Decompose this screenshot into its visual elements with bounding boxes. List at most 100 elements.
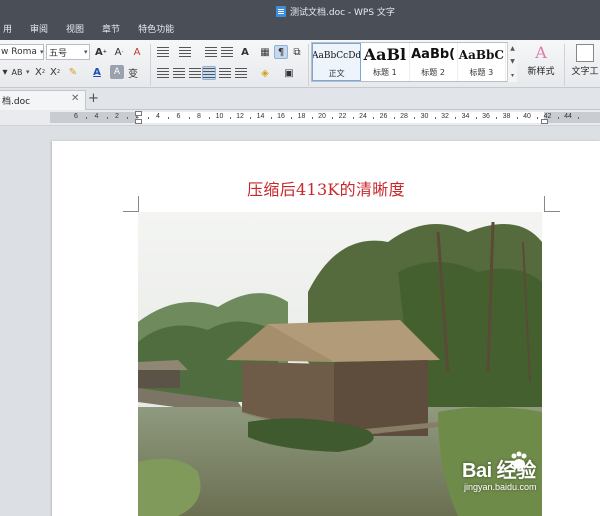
align-right-icon[interactable]	[188, 66, 202, 80]
close-icon[interactable]: ✕	[71, 93, 79, 104]
style-normal[interactable]: AaBbCcDd 正文	[312, 43, 362, 81]
ruler-tick-label: 8	[197, 113, 201, 120]
numbering-icon[interactable]	[178, 45, 192, 59]
ruler-tick-label: 36	[482, 113, 490, 120]
ruler-tick-label: 44	[564, 113, 572, 120]
new-style-icon: A	[535, 43, 547, 62]
ruler-minor-tick	[188, 117, 190, 119]
chevron-down-icon[interactable]: ▾	[40, 48, 44, 56]
margin-corner-top-left	[123, 196, 139, 212]
ruler-tick-label: 40	[523, 113, 531, 120]
align-center-icon[interactable]	[172, 66, 186, 80]
menu-item-view[interactable]: 视图	[57, 22, 93, 38]
text-tools-label: 文字工	[571, 67, 599, 77]
ruler-minor-tick	[414, 117, 416, 119]
new-style-button[interactable]: A 新样式	[524, 42, 558, 77]
table-icon[interactable]: ▦	[258, 45, 272, 59]
ruler-tick-label: 4	[156, 113, 160, 120]
ruler-tick-label: 10	[215, 113, 224, 120]
document-icon	[276, 5, 286, 17]
grow-font-icon[interactable]: A +	[94, 45, 108, 59]
new-tab-icon[interactable]: +	[88, 91, 99, 106]
styles-scrollbar[interactable]: ▲ ▼ ▾	[507, 42, 517, 82]
chevron-down-icon[interactable]: ▾	[26, 68, 30, 76]
style-sample: AaBl	[363, 45, 407, 64]
grass-foreground	[138, 458, 201, 516]
ruler-tick-label: 34	[461, 113, 470, 120]
ribbon-divider	[308, 44, 309, 86]
style-heading-2[interactable]: AaBb( 标题 2	[410, 43, 458, 81]
menu-item-start[interactable]: 用	[0, 22, 21, 38]
font-size-value: 五号	[49, 48, 68, 59]
chevron-down-icon[interactable]: ▾	[84, 48, 88, 56]
decrease-indent-icon[interactable]	[204, 45, 218, 59]
bullets-icon[interactable]	[156, 45, 170, 59]
text-tools-button[interactable]: 文字工	[568, 42, 600, 77]
superscript-icon[interactable]: X2	[33, 65, 47, 79]
ruler-tick-label: 6	[74, 113, 78, 120]
horizontal-ruler[interactable]: 6 4 2 2 4 6 8 10 12 14 16 18 20 22 24 26 28 30 32 34 36 38 40 4…	[0, 110, 600, 126]
style-sample: AaBb(	[411, 47, 456, 62]
style-sample: AaBbCcDd	[312, 51, 362, 61]
char-shading-icon[interactable]: A	[110, 65, 124, 79]
text-direction-icon[interactable]: A	[238, 45, 252, 59]
ruler-minor-tick	[106, 117, 108, 119]
ruler-minor-tick	[209, 117, 211, 119]
left-indent-marker[interactable]	[135, 119, 142, 124]
style-label: 标题 2	[421, 68, 445, 77]
borders-icon[interactable]: ▣	[282, 66, 296, 80]
ruler-tick-label: 16	[277, 113, 285, 120]
menu-item-special[interactable]: 特色功能	[129, 22, 183, 38]
scroll-up-icon[interactable]: ▲	[510, 45, 515, 52]
small-pavilion	[138, 370, 180, 388]
menu-item-chapter[interactable]: 章节	[93, 22, 129, 38]
line-spacing-icon[interactable]	[234, 66, 248, 80]
first-line-indent-marker[interactable]	[135, 111, 142, 116]
ruler-tick-label: 26	[379, 113, 388, 120]
ruler-tick-label: 6	[176, 113, 181, 120]
more-icon[interactable]: ▾	[511, 72, 514, 79]
highlight-icon[interactable]: ✎	[66, 65, 80, 79]
clear-format-icon[interactable]: A	[130, 45, 144, 59]
strikethrough-icon[interactable]: AB	[8, 65, 26, 79]
document-tab-label: 档.doc	[2, 97, 31, 107]
shrink-font-icon[interactable]: A-	[112, 45, 126, 59]
ruler-tick-label: 2	[115, 113, 119, 120]
style-label: 正文	[328, 69, 345, 78]
menu-bar: 用 审阅 视图 章节 特色功能	[0, 22, 183, 38]
ruler-minor-tick	[291, 117, 293, 119]
font-name-select[interactable]: w Roma	[0, 44, 44, 60]
ruler-minor-tick	[270, 117, 272, 119]
title-bar: 测试文档.doc - WPS 文字 用 审阅 视图 章节 特色功能	[0, 0, 600, 40]
margin-corner-top-right	[544, 196, 560, 212]
right-indent-marker[interactable]	[541, 119, 548, 124]
ruler-tick-label: 22	[338, 113, 347, 120]
ruler-minor-tick	[496, 117, 498, 119]
subscript-icon[interactable]: X2	[48, 65, 62, 79]
watermark-url: jingyan.baidu.com	[464, 482, 537, 492]
show-hide-icon[interactable]: ⧉	[290, 45, 304, 59]
shading-icon[interactable]: ◈	[258, 66, 272, 80]
menu-item-review[interactable]: 审阅	[21, 22, 57, 38]
ruler-tick-label: 38	[502, 113, 511, 120]
document-tab-strip: 档.doc ✕ +	[0, 88, 600, 110]
style-heading-3[interactable]: AaBbC 标题 3	[458, 43, 506, 81]
window-title: 测试文档.doc - WPS 文字	[276, 4, 395, 18]
ruler-tick-label: 20	[318, 113, 326, 120]
ruler-minor-tick	[168, 117, 170, 119]
ruler-minor-tick	[127, 117, 129, 119]
font-color-icon[interactable]: A	[90, 65, 104, 79]
style-sample: AaBbC	[458, 48, 504, 62]
ribbon-divider	[150, 44, 151, 86]
ruler-minor-tick	[516, 117, 518, 119]
scroll-down-icon[interactable]: ▼	[510, 58, 515, 65]
style-heading-1[interactable]: AaBl 标题 1	[361, 43, 410, 81]
distributed-icon[interactable]	[218, 66, 232, 80]
increase-indent-icon[interactable]	[220, 45, 234, 59]
ruler-minor-tick	[557, 117, 559, 119]
phonetic-icon[interactable]: 变	[126, 65, 140, 80]
paragraph-mark-icon[interactable]: ¶	[274, 45, 288, 59]
align-left-icon[interactable]	[156, 66, 170, 80]
justify-icon[interactable]	[202, 66, 216, 80]
document-tab[interactable]: 档.doc ✕	[0, 90, 86, 110]
